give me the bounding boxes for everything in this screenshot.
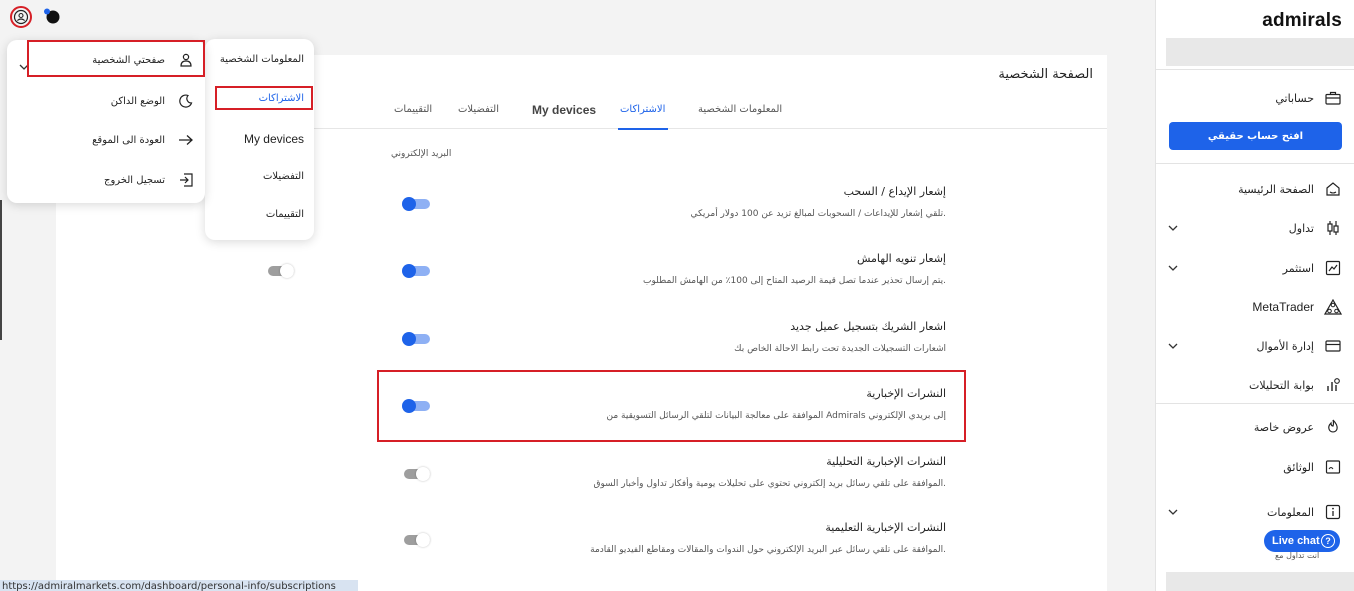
toggle-switch[interactable] <box>402 533 430 547</box>
sidebar-item-label: الوثائق <box>1283 460 1314 474</box>
submenu-ratings[interactable]: التقييمات <box>266 209 304 220</box>
tab-personal-info[interactable]: المعلومات الشخصية <box>698 104 782 115</box>
toggle-switch[interactable] <box>402 197 430 211</box>
sidebar: admirals حساباتي افتح حساب حقيقي الصفحة … <box>1155 0 1354 591</box>
tab-my-devices[interactable]: My devices <box>532 103 596 117</box>
tab-subscriptions[interactable]: الاشتراكات <box>620 104 665 115</box>
document-icon <box>1324 458 1342 476</box>
home-icon <box>1324 180 1342 198</box>
sidebar-item-funds[interactable]: إدارة الأموال <box>1155 332 1354 360</box>
dark-mode-icon[interactable] <box>44 8 60 24</box>
sidebar-item-label: إدارة الأموال <box>1256 339 1314 353</box>
analytics-icon <box>1324 376 1342 394</box>
setting-title: النشرات الإخبارية التعليمية <box>825 521 946 534</box>
metatrader-icon <box>1324 298 1342 316</box>
active-tab-underline <box>618 128 668 130</box>
open-real-account-button[interactable]: افتح حساب حقيقي <box>1169 122 1342 150</box>
menu-label: تسجيل الخروج <box>103 174 165 186</box>
sidebar-item-invest[interactable]: استثمر <box>1155 254 1354 282</box>
chevron-down-icon <box>1168 225 1178 231</box>
submenu-preferences[interactable]: التفضيلات <box>263 171 304 182</box>
sidebar-item-label: الصفحة الرئيسية <box>1238 182 1314 196</box>
setting-description: تلقي إشعار للإيداعات / السحوبات لمبالغ ت… <box>690 209 946 219</box>
account-circle-icon[interactable] <box>10 6 32 28</box>
submenu-personal-info[interactable]: المعلومات الشخصية <box>220 54 304 65</box>
toggle-switch[interactable] <box>266 264 294 278</box>
submenu-my-devices[interactable]: My devices <box>244 132 304 146</box>
status-url-bar: https://admiralmarkets.com/dashboard/per… <box>0 580 358 591</box>
setting-title: إشعار تنويه الهامش <box>856 252 946 265</box>
footnote: أنت تداول مع <box>1275 551 1320 560</box>
briefcase-icon <box>1324 89 1342 107</box>
menu-label: العودة الى الموقع <box>92 134 165 146</box>
sidebar-item-home[interactable]: الصفحة الرئيسية <box>1155 175 1354 203</box>
sidebar-item-label: المعلومات <box>1267 505 1314 519</box>
sidebar-item-label: استثمر <box>1282 261 1314 275</box>
sidebar-item-special-offers[interactable]: عروض خاصة <box>1155 413 1354 441</box>
tab-preferences[interactable]: التفضيلات <box>458 104 499 115</box>
sidebar-item-label: عروض خاصة <box>1253 420 1314 434</box>
flame-icon <box>1324 418 1342 436</box>
sidebar-item-metatrader[interactable]: MetaTrader <box>1155 293 1354 321</box>
sidebar-item-my-accounts[interactable]: حساباتي <box>1155 84 1354 112</box>
logout-icon <box>177 171 195 189</box>
question-icon: ? <box>1321 534 1335 548</box>
menu-label: الوضع الداكن <box>110 95 165 107</box>
divider <box>1155 69 1354 70</box>
highlight-box <box>27 40 205 77</box>
email-column-label: البريد الإلكتروني <box>391 149 452 159</box>
arrow-right-icon <box>177 131 195 149</box>
wallet-icon <box>1324 337 1342 355</box>
profile-submenu: المعلومات الشخصية الاشتراكات My devices … <box>205 39 314 240</box>
highlight-box <box>215 86 313 110</box>
chevron-down-icon <box>1168 265 1178 271</box>
live-chat-label: Live chat <box>1272 535 1320 547</box>
sidebar-item-info[interactable]: المعلومات <box>1155 498 1354 526</box>
toggle-switch[interactable] <box>402 264 430 278</box>
chart-icon <box>1324 259 1342 277</box>
sidebar-item-label: بوابة التحليلات <box>1249 378 1314 392</box>
setting-description: الموافقة على تلقي رسائل عبر البريد الإلك… <box>590 545 946 555</box>
sidebar-item-label: MetaTrader <box>1252 300 1314 314</box>
menu-dark-mode[interactable]: الوضع الداكن <box>7 86 205 116</box>
sidebar-item-label: تداول <box>1288 221 1314 235</box>
setting-title: إشعار الإيداع / السحب <box>843 185 946 198</box>
menu-back-to-site[interactable]: العودة الى الموقع <box>7 125 205 155</box>
menu-logout[interactable]: تسجيل الخروج <box>7 165 205 195</box>
setting-title: النشرات الإخبارية التحليلية <box>826 455 946 468</box>
live-chat-button[interactable]: Live chat ? <box>1264 530 1340 552</box>
brand-logo[interactable]: admirals <box>1262 10 1342 32</box>
divider <box>1155 163 1354 164</box>
sidebar-item-analytics[interactable]: بوابة التحليلات <box>1155 371 1354 399</box>
setting-title: اشعار الشريك بتسجيل عميل جديد <box>790 320 946 333</box>
tab-ratings[interactable]: التقييمات <box>394 104 432 115</box>
highlight-box <box>377 370 966 442</box>
setting-description: اشعارات التسجيلات الجديدة تحت رابط الاحا… <box>734 344 946 354</box>
chevron-down-icon <box>1168 343 1178 349</box>
top-icons <box>8 6 78 34</box>
placeholder-bar <box>1166 572 1354 591</box>
candlestick-icon <box>1324 219 1342 237</box>
info-icon <box>1324 503 1342 521</box>
sidebar-item-trade[interactable]: تداول <box>1155 214 1354 242</box>
moon-icon <box>177 92 195 110</box>
toggle-switch[interactable] <box>402 467 430 481</box>
left-edge-bar <box>0 200 2 340</box>
chevron-down-icon <box>1168 509 1178 515</box>
toggle-switch[interactable] <box>402 332 430 346</box>
setting-description: يتم إرسال تحذير عندما تصل قيمة الرصيد ال… <box>643 276 946 286</box>
sidebar-item-label: حساباتي <box>1275 91 1314 105</box>
divider <box>1155 403 1354 404</box>
sidebar-item-documents[interactable]: الوثائق <box>1155 453 1354 481</box>
page-title: الصفحة الشخصية <box>998 67 1093 82</box>
placeholder-bar <box>1166 38 1354 66</box>
setting-description: الموافقة على تلقي رسائل بريد إلكتروني تح… <box>593 479 946 489</box>
